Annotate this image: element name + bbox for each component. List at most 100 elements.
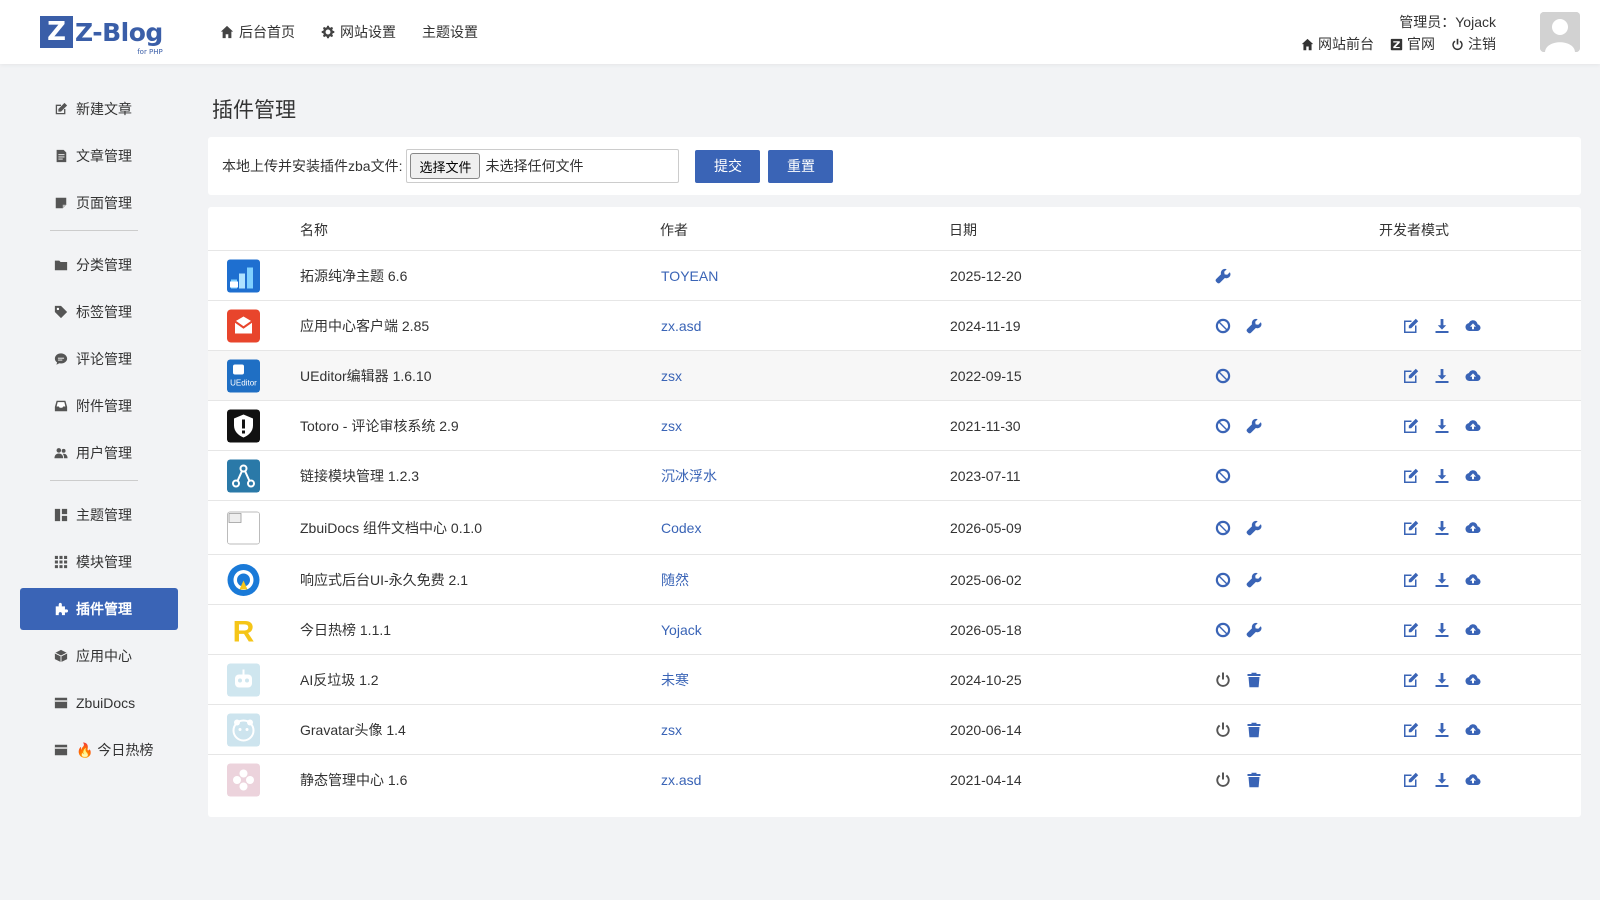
sidebar-item[interactable]: 应用中心 (20, 635, 178, 677)
power-icon[interactable] (1214, 671, 1232, 689)
plugin-logo-icon: UEditor (227, 359, 260, 392)
upload-cloud-icon[interactable] (1464, 721, 1482, 739)
sidebar-item[interactable]: 🔥 今日热榜 (20, 729, 178, 771)
download-icon[interactable] (1433, 621, 1451, 639)
user-link[interactable]: 网站前台 (1301, 34, 1374, 54)
upload-cloud-icon[interactable] (1464, 621, 1482, 639)
disable-icon[interactable] (1214, 317, 1232, 335)
svg-text:UEditor: UEditor (230, 378, 257, 387)
sidebar-item[interactable]: 用户管理 (20, 432, 178, 474)
sidebar-item[interactable]: ZbuiDocs (20, 682, 178, 724)
col-author-header: 作者 (660, 222, 688, 238)
users-icon (54, 446, 76, 460)
plugin-author-link[interactable]: Yojack (661, 622, 702, 638)
power-icon[interactable] (1214, 721, 1232, 739)
download-icon[interactable] (1433, 519, 1451, 537)
wrench-icon[interactable] (1245, 317, 1263, 335)
reset-button[interactable]: 重置 (768, 149, 834, 183)
upload-cloud-icon[interactable] (1464, 467, 1482, 485)
dev-edit-icon[interactable] (1402, 417, 1420, 435)
wrench-icon[interactable] (1245, 519, 1263, 537)
plugin-name: 拓源纯净主题 6.6 (300, 267, 408, 284)
upload-cloud-icon[interactable] (1464, 417, 1482, 435)
dev-edit-icon[interactable] (1402, 671, 1420, 689)
download-icon[interactable] (1433, 571, 1451, 589)
disable-icon[interactable] (1214, 367, 1232, 385)
upload-label: 本地上传并安装插件zba文件: (222, 158, 403, 174)
dev-edit-icon[interactable] (1402, 367, 1420, 385)
sidebar-item[interactable]: 附件管理 (20, 385, 178, 427)
user-link[interactable]: 官网 (1390, 34, 1435, 54)
admin-name: 管理员：Yojack (1399, 14, 1496, 30)
dev-edit-icon[interactable] (1402, 771, 1420, 789)
upload-cloud-icon[interactable] (1464, 367, 1482, 385)
plugin-author-link[interactable]: TOYEAN (661, 268, 718, 284)
download-icon[interactable] (1433, 771, 1451, 789)
upload-cloud-icon[interactable] (1464, 317, 1482, 335)
avatar[interactable] (1540, 12, 1580, 52)
wrench-icon[interactable] (1245, 621, 1263, 639)
download-icon[interactable] (1433, 671, 1451, 689)
sidebar-item[interactable]: 标签管理 (20, 291, 178, 333)
plugin-logo-icon (227, 409, 260, 442)
file-input[interactable]: 选择文件 未选择任何文件 (406, 149, 680, 183)
disable-icon[interactable] (1214, 467, 1232, 485)
box-icon (54, 649, 76, 663)
sidebar-item[interactable]: 主题管理 (20, 494, 178, 536)
trash-icon[interactable] (1245, 671, 1263, 689)
plugin-author-link[interactable]: 随然 (661, 570, 689, 590)
user-link[interactable]: 注销 (1451, 34, 1496, 54)
wrench-icon[interactable] (1214, 267, 1232, 285)
download-icon[interactable] (1433, 317, 1451, 335)
plugin-author-link[interactable]: Codex (661, 520, 701, 536)
plugin-author-link[interactable]: zx.asd (661, 318, 701, 334)
power-icon[interactable] (1214, 771, 1232, 789)
wrench-icon[interactable] (1245, 571, 1263, 589)
disable-icon[interactable] (1214, 621, 1232, 639)
sidebar-item[interactable]: 新建文章 (20, 88, 178, 130)
zblog-logo[interactable]: Z Z-Blog for PHP (40, 16, 163, 56)
plugin-author-link[interactable]: zsx (661, 722, 682, 738)
plugin-author-link[interactable]: 未寒 (661, 670, 689, 690)
plugin-name: 今日热榜 1.1.1 (300, 621, 392, 638)
dev-edit-icon[interactable] (1402, 621, 1420, 639)
top-nav: 后台首页 网站设置 主题设置 (220, 0, 504, 64)
sidebar-item[interactable]: 评论管理 (20, 338, 178, 380)
plugin-date: 2022-09-15 (950, 367, 1022, 384)
wrench-icon[interactable] (1245, 417, 1263, 435)
plugin-author-link[interactable]: 沉冰浮水 (661, 466, 717, 486)
download-icon[interactable] (1433, 467, 1451, 485)
top-nav-item[interactable]: 主题设置 (422, 22, 478, 42)
dev-edit-icon[interactable] (1402, 317, 1420, 335)
sidebar-item[interactable]: 模块管理 (20, 541, 178, 583)
submit-button[interactable]: 提交 (695, 149, 761, 183)
zblog-icon (1390, 38, 1407, 51)
trash-icon[interactable] (1245, 721, 1263, 739)
disable-icon[interactable] (1214, 519, 1232, 537)
plugin-author-link[interactable]: zsx (661, 418, 682, 434)
top-nav-item[interactable]: 网站设置 (321, 22, 396, 42)
dev-edit-icon[interactable] (1402, 571, 1420, 589)
plugin-author-link[interactable]: zsx (661, 368, 682, 384)
download-icon[interactable] (1433, 417, 1451, 435)
upload-cloud-icon[interactable] (1464, 571, 1482, 589)
sidebar-item[interactable]: 页面管理 (20, 182, 178, 224)
upload-cloud-icon[interactable] (1464, 771, 1482, 789)
plugin-author-link[interactable]: zx.asd (661, 772, 701, 788)
dev-edit-icon[interactable] (1402, 467, 1420, 485)
plugin-table: 名称 作者 日期 开发者模式 拓源纯净主题 6.6 TOYEAN 2025-12-2… (208, 207, 1581, 817)
download-icon[interactable] (1433, 367, 1451, 385)
upload-cloud-icon[interactable] (1464, 671, 1482, 689)
dev-edit-icon[interactable] (1402, 721, 1420, 739)
sidebar-item[interactable]: 文章管理 (20, 135, 178, 177)
dev-edit-icon[interactable] (1402, 519, 1420, 537)
disable-icon[interactable] (1214, 571, 1232, 589)
sidebar-item[interactable]: 分类管理 (20, 244, 178, 286)
download-icon[interactable] (1433, 721, 1451, 739)
upload-cloud-icon[interactable] (1464, 519, 1482, 537)
trash-icon[interactable] (1245, 771, 1263, 789)
choose-file-button[interactable]: 选择文件 (410, 153, 481, 179)
top-nav-item[interactable]: 后台首页 (220, 22, 295, 42)
disable-icon[interactable] (1214, 417, 1232, 435)
sidebar-item[interactable]: 插件管理 (20, 588, 178, 630)
